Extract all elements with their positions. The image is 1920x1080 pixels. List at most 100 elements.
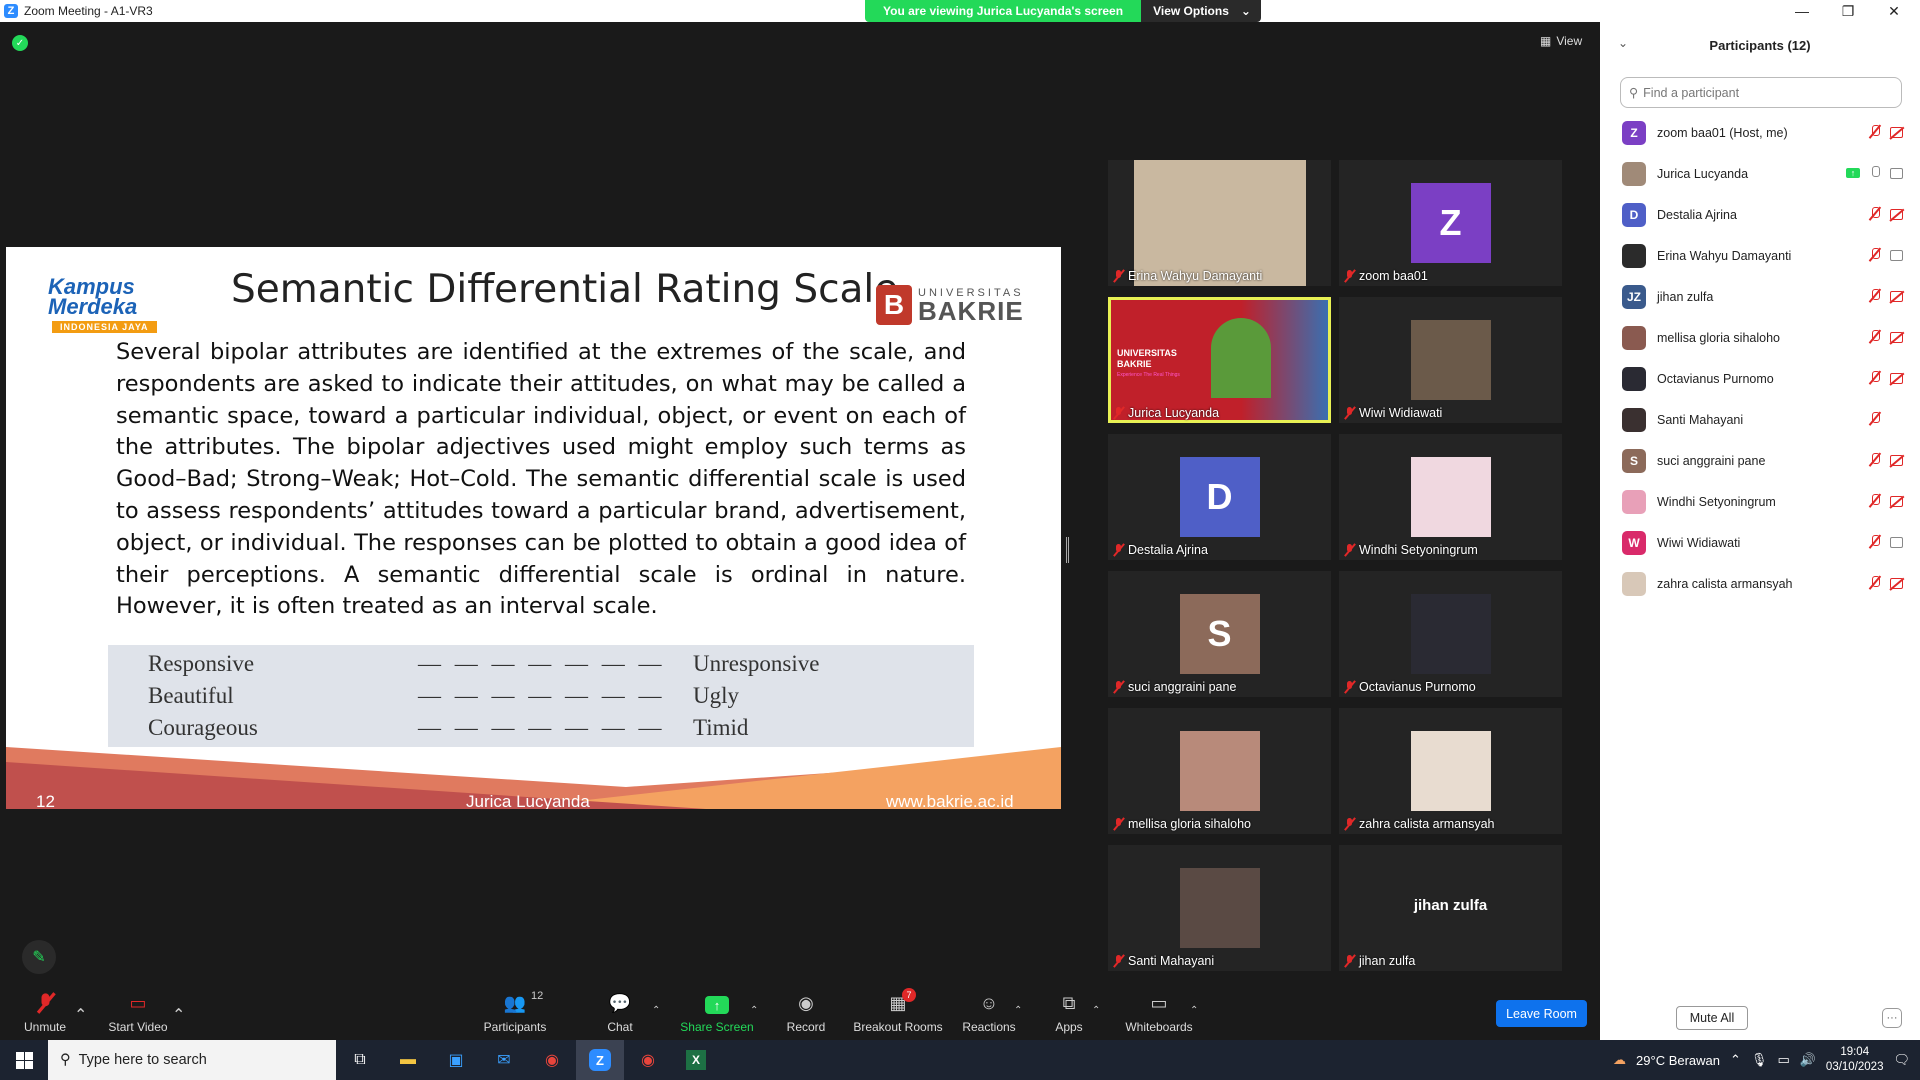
microsoft-store-icon[interactable]: ▣ — [432, 1040, 480, 1080]
participants-button[interactable]: 👥 12 Participants — [480, 985, 550, 1040]
security-shield-icon[interactable]: ✓ — [12, 35, 28, 51]
microphone-muted-icon[interactable] — [1870, 453, 1880, 467]
reactions-options-caret[interactable]: ⌃ — [1014, 1005, 1022, 1016]
share-options-caret[interactable]: ⌃ — [750, 1005, 758, 1016]
network-icon[interactable]: ▭ — [1777, 1052, 1789, 1068]
tray-chevron-icon[interactable]: ⌃ — [1730, 1052, 1741, 1068]
close-button[interactable]: ✕ — [1874, 0, 1914, 22]
video-off-icon[interactable] — [1890, 331, 1906, 343]
video-tile[interactable]: jihan zulfa jihan zulfa — [1339, 845, 1562, 971]
reactions-button[interactable]: ☺ Reactions — [962, 985, 1016, 1040]
microphone-muted-icon — [1114, 818, 1123, 830]
participant-row[interactable]: Octavianus Purnomo — [1600, 358, 1920, 399]
video-tile[interactable]: Ssuci anggraini pane — [1108, 571, 1331, 697]
chat-button[interactable]: 💬 Chat — [600, 985, 640, 1040]
microphone-icon[interactable] — [1870, 166, 1880, 180]
video-off-icon[interactable] — [1890, 126, 1906, 138]
microphone-muted-icon[interactable] — [1870, 412, 1880, 426]
unmute-button[interactable]: Unmute — [20, 985, 70, 1040]
more-options-button[interactable]: ··· — [1882, 1008, 1902, 1028]
microphone-muted-icon[interactable] — [1870, 330, 1880, 344]
volume-icon[interactable]: 🔊 — [1800, 1052, 1816, 1068]
audio-options-caret[interactable]: ⌃ — [74, 1005, 87, 1025]
participant-row[interactable]: zahra calista armansyah — [1600, 563, 1920, 604]
participant-row[interactable]: Zzoom baa01 (Host, me) — [1600, 112, 1920, 153]
video-tile[interactable]: Erina Wahyu Damayanti — [1108, 160, 1331, 286]
microphone-muted-icon[interactable] — [1870, 207, 1880, 221]
video-tile[interactable]: mellisa gloria sihaloho — [1108, 708, 1331, 834]
file-explorer-icon[interactable]: ▬ — [384, 1040, 432, 1080]
microphone-muted-icon[interactable] — [1870, 125, 1880, 139]
video-tile[interactable]: Zzoom baa01 — [1339, 160, 1562, 286]
whiteboards-button[interactable]: ▭ Whiteboards — [1124, 985, 1194, 1040]
video-camera-icon[interactable] — [1890, 167, 1906, 179]
video-camera-icon[interactable] — [1890, 536, 1906, 548]
microphone-muted-icon[interactable] — [1870, 289, 1880, 303]
microphone-muted-icon[interactable] — [1870, 371, 1880, 385]
minimize-button[interactable]: — — [1782, 0, 1822, 22]
mail-icon[interactable]: ✉ — [480, 1040, 528, 1080]
video-off-icon[interactable] — [1890, 495, 1906, 507]
microphone-tray-icon[interactable]: 🎙 — [1751, 1052, 1768, 1068]
tile-name-text: Windhi Setyoningrum — [1359, 543, 1478, 557]
apps-options-caret[interactable]: ⌃ — [1092, 1005, 1100, 1016]
zoom-taskbar-icon[interactable]: Z — [576, 1040, 624, 1080]
clock[interactable]: 19:04 03/10/2023 — [1826, 1045, 1884, 1075]
weather-text[interactable]: 29°C Berawan — [1636, 1053, 1720, 1068]
participant-row[interactable]: Jurica Lucyanda ↑ — [1600, 153, 1920, 194]
profile-photo — [1410, 320, 1491, 400]
apps-button[interactable]: ⧉ Apps — [1054, 985, 1084, 1040]
video-off-icon[interactable] — [1890, 290, 1906, 302]
avatar — [1622, 407, 1646, 432]
video-tile[interactable]: Windhi Setyoningrum — [1339, 434, 1562, 560]
chat-options-caret[interactable]: ⌃ — [652, 1005, 660, 1016]
microphone-muted-icon[interactable] — [1870, 494, 1880, 508]
participant-row[interactable]: Windhi Setyoningrum — [1600, 481, 1920, 522]
taskbar-search-input[interactable]: ⚲ Type here to search — [48, 1040, 336, 1080]
notifications-icon[interactable]: 🗨 — [1893, 1052, 1910, 1068]
share-screen-button[interactable]: ↑ Share Screen — [680, 985, 754, 1040]
restore-button[interactable]: ❐ — [1828, 0, 1868, 22]
video-tile[interactable]: zahra calista armansyah — [1339, 708, 1562, 834]
video-off-icon[interactable] — [1890, 372, 1906, 384]
video-off-icon[interactable] — [1890, 454, 1906, 466]
participant-search-input[interactable]: ⚲ Find a participant — [1620, 77, 1902, 108]
participant-row[interactable]: Santi Mahayani — [1600, 399, 1920, 440]
video-off-icon[interactable] — [1890, 577, 1906, 589]
video-tile[interactable]: UNIVERSITAS BAKRIE Experience The Real Thi… — [1108, 297, 1331, 423]
video-tile[interactable]: Octavianus Purnomo — [1339, 571, 1562, 697]
microphone-muted-icon[interactable] — [1870, 576, 1880, 590]
annotate-pencil-button[interactable]: ✎ — [22, 940, 56, 974]
video-camera-icon[interactable] — [1890, 249, 1906, 261]
participant-row[interactable]: mellisa gloria sihaloho — [1600, 317, 1920, 358]
video-off-icon[interactable] — [1890, 208, 1906, 220]
video-tile[interactable]: D Destalia Ajrina — [1108, 434, 1331, 560]
participant-row[interactable]: D Destalia Ajrina — [1600, 194, 1920, 235]
excel-icon[interactable]: X — [672, 1040, 720, 1080]
video-tile[interactable]: Wiwi Widiawati — [1339, 297, 1562, 423]
record-button[interactable]: ◉ Record — [782, 985, 830, 1040]
video-options-caret[interactable]: ⌃ — [172, 1005, 185, 1025]
microphone-muted-icon[interactable] — [1870, 248, 1880, 262]
microphone-muted-icon[interactable] — [1870, 535, 1880, 549]
start-video-button[interactable]: ▭ Start Video — [106, 985, 170, 1040]
search-icon: ⚲ — [1629, 86, 1639, 100]
video-tile[interactable]: Santi Mahayani — [1108, 845, 1331, 971]
task-view-icon[interactable]: ⧉ — [336, 1040, 384, 1080]
participant-row[interactable]: Ssuci anggraini pane — [1600, 440, 1920, 481]
view-button[interactable]: ▦ View — [1540, 34, 1582, 48]
participant-status-icons — [1870, 453, 1906, 467]
participant-row[interactable]: W Wiwi Widiawati — [1600, 522, 1920, 563]
whiteboards-options-caret[interactable]: ⌃ — [1190, 1005, 1198, 1016]
participant-row[interactable]: Erina Wahyu Damayanti — [1600, 235, 1920, 276]
chrome-icon[interactable]: ◉ — [528, 1040, 576, 1080]
participant-row[interactable]: JZ jihan zulfa — [1600, 276, 1920, 317]
split-divider-handle[interactable] — [1066, 537, 1069, 563]
leave-room-button[interactable]: Leave Room — [1496, 1000, 1587, 1027]
chrome-profile-icon[interactable]: ◉ — [624, 1040, 672, 1080]
mute-all-button[interactable]: Mute All — [1676, 1006, 1748, 1030]
participant-name: zahra calista armansyah — [1657, 576, 1793, 591]
breakout-rooms-button[interactable]: ▦ 7 Breakout Rooms — [852, 985, 944, 1040]
view-options-button[interactable]: View Options ⌄ — [1141, 0, 1261, 22]
start-button[interactable] — [0, 1040, 48, 1080]
